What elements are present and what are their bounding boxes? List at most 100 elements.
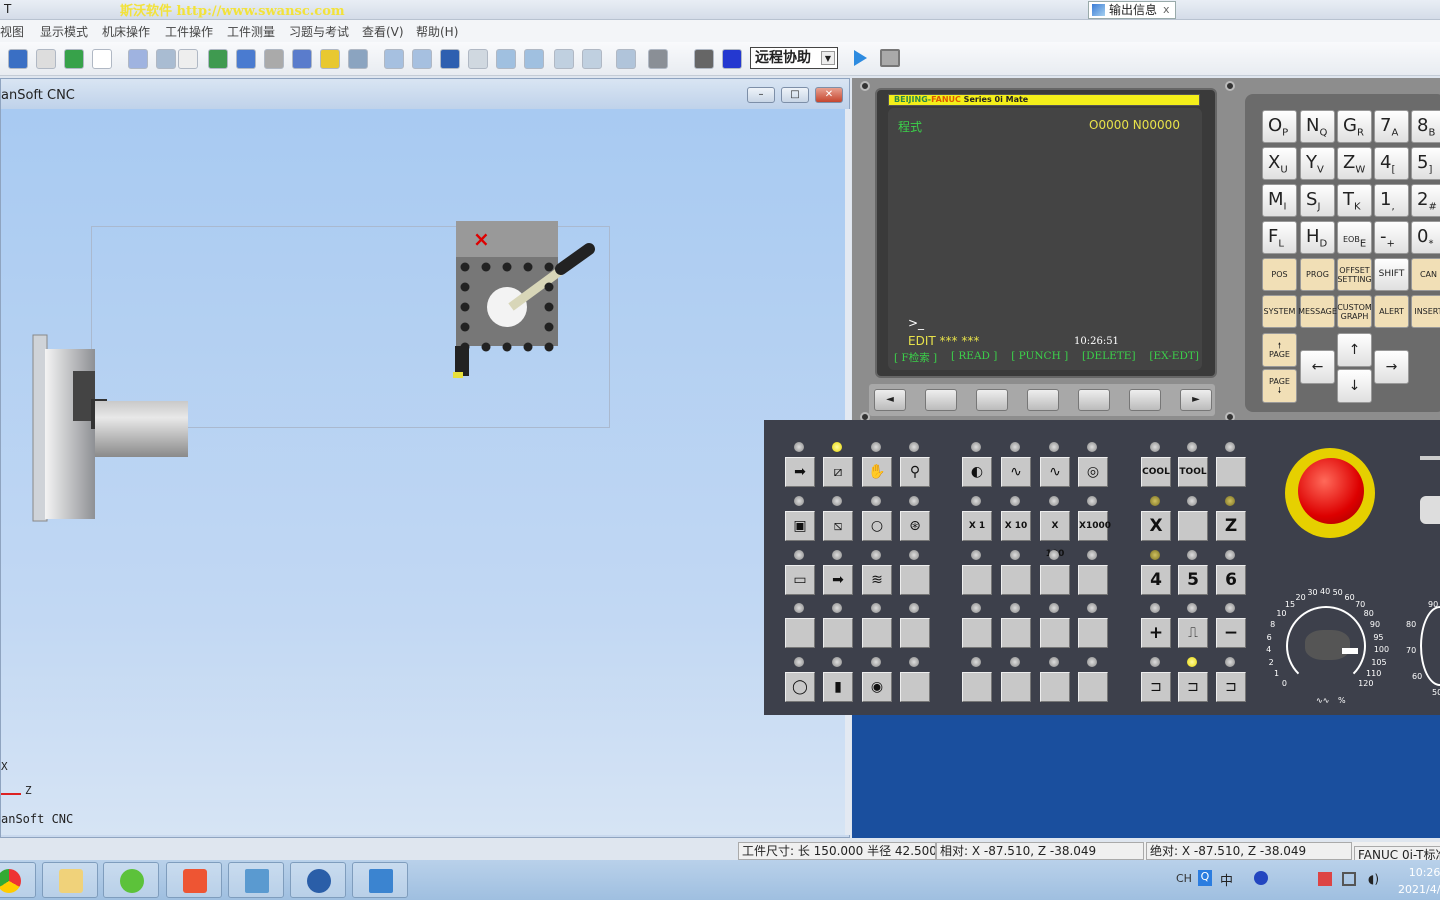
- network-icon[interactable]: [1342, 872, 1356, 886]
- blank-button[interactable]: [1001, 672, 1031, 702]
- blank-button[interactable]: [1001, 618, 1031, 648]
- chevron-down-icon[interactable]: ▼: [821, 51, 835, 65]
- key--[interactable]: -+: [1374, 221, 1409, 254]
- feed-hold-button[interactable]: ▮: [823, 672, 853, 702]
- key-0[interactable]: 0*: [1411, 221, 1440, 254]
- step-x1-button[interactable]: X 1: [962, 511, 992, 541]
- softkey-5[interactable]: [1129, 389, 1161, 411]
- softkey-4[interactable]: [1078, 389, 1110, 411]
- key-7[interactable]: 7A: [1374, 110, 1409, 143]
- emergency-stop-button[interactable]: [1298, 458, 1364, 524]
- spindle-stop-button[interactable]: ⊐: [1178, 672, 1208, 702]
- output-info-tab[interactable]: 输出信息 x: [1088, 1, 1176, 19]
- blank3-icon[interactable]: [440, 49, 460, 69]
- axis-x-button[interactable]: X: [1141, 511, 1171, 541]
- help-icon[interactable]: [1254, 871, 1268, 885]
- axis-4-button[interactable]: 4: [1141, 565, 1171, 595]
- key-f[interactable]: FL: [1262, 221, 1297, 254]
- blank-button[interactable]: [900, 672, 930, 702]
- blank-button[interactable]: [1001, 565, 1031, 595]
- axis-5-button[interactable]: 5: [1178, 565, 1208, 595]
- play-icon[interactable]: [854, 50, 867, 66]
- boring-tool-icon[interactable]: [582, 49, 602, 69]
- menu-item[interactable]: 视图: [0, 23, 24, 40]
- cycle-start-button[interactable]: ◯: [785, 672, 815, 702]
- axis-6-button[interactable]: 6: [1216, 565, 1246, 595]
- tool-holder-icon[interactable]: [496, 49, 516, 69]
- step-x1000-button[interactable]: X1000: [1078, 511, 1111, 541]
- taskbar-chrome[interactable]: [0, 862, 36, 898]
- key-2[interactable]: 2#: [1411, 184, 1440, 217]
- menu-item[interactable]: 查看(V): [362, 23, 404, 40]
- key-n[interactable]: NQ: [1300, 110, 1335, 143]
- key-system[interactable]: SYSTEM: [1262, 295, 1297, 328]
- mode-dnc-button[interactable]: ⚲: [900, 457, 930, 487]
- spindle-ccw-button[interactable]: ⊐: [1216, 672, 1246, 702]
- zoom-icon[interactable]: [8, 49, 28, 69]
- camera-icon[interactable]: [648, 49, 668, 69]
- page-up-key[interactable]: 🠕 PAGE: [1262, 333, 1297, 367]
- blank-button[interactable]: [962, 618, 992, 648]
- minus-button[interactable]: −: [1216, 618, 1246, 648]
- hand-pan-icon[interactable]: [36, 49, 56, 69]
- key-eob[interactable]: EOBE: [1337, 221, 1372, 254]
- program-restart-button[interactable]: ≋: [862, 565, 892, 595]
- inc-jog-button[interactable]: ∿: [1040, 457, 1070, 487]
- action-center-icon[interactable]: [1318, 872, 1332, 886]
- key-prog[interactable]: PROG: [1300, 258, 1335, 291]
- key-h[interactable]: HD: [1300, 221, 1335, 254]
- key-4[interactable]: 4[: [1374, 147, 1409, 180]
- dial-knob[interactable]: [1305, 630, 1350, 660]
- jog-button[interactable]: ∿: [1001, 457, 1031, 487]
- machine-lock-button[interactable]: ▭: [785, 565, 815, 595]
- tool-change-button[interactable]: TOOL: [1178, 457, 1208, 487]
- optional-stop-button[interactable]: ○: [862, 511, 892, 541]
- blank-button[interactable]: [1040, 618, 1070, 648]
- close-button[interactable]: ✕: [815, 87, 843, 103]
- blank-button[interactable]: [1040, 672, 1070, 702]
- blank-button[interactable]: [862, 618, 892, 648]
- remote-assist-select[interactable]: 远程协助 ▼: [750, 47, 838, 69]
- blank-button[interactable]: [1178, 511, 1208, 541]
- gear-wifi-icon[interactable]: [264, 49, 284, 69]
- handwheel-button[interactable]: ◎: [1078, 457, 1108, 487]
- blank-button[interactable]: [785, 618, 815, 648]
- close-tab-icon[interactable]: x: [1163, 2, 1170, 18]
- mode-auto-button[interactable]: ➡: [785, 457, 815, 487]
- film-save-icon[interactable]: [722, 49, 742, 69]
- view-plane-icon[interactable]: [128, 49, 148, 69]
- search-icon[interactable]: Q: [1198, 870, 1212, 886]
- blank-button[interactable]: [1078, 672, 1108, 702]
- menu-item[interactable]: 工件测量: [227, 23, 275, 40]
- softkey-3[interactable]: [1027, 389, 1059, 411]
- maximize-button[interactable]: □: [781, 87, 809, 103]
- open-file-icon[interactable]: [208, 49, 228, 69]
- cursor-left-key[interactable]: ←: [1300, 350, 1335, 384]
- blank-button[interactable]: [1078, 565, 1108, 595]
- step-x10-button[interactable]: X 10: [1001, 511, 1031, 541]
- menu-item[interactable]: 帮助(H): [416, 23, 458, 40]
- chuck-icon[interactable]: [616, 49, 636, 69]
- key-message[interactable]: MESSAGE: [1298, 295, 1337, 328]
- softkey-left-button[interactable]: ◄: [874, 389, 906, 411]
- page-down-key[interactable]: PAGE 🠗: [1262, 369, 1297, 403]
- taskbar-explorer[interactable]: [42, 862, 98, 898]
- rapid-button[interactable]: ⎍: [1178, 618, 1208, 648]
- program-protect-switch[interactable]: [1420, 496, 1440, 524]
- ruler-icon[interactable]: [236, 49, 256, 69]
- blank-icon[interactable]: [384, 49, 404, 69]
- cursor-up-key[interactable]: ↑: [1337, 333, 1372, 367]
- key-x[interactable]: XU: [1262, 147, 1297, 180]
- tray-language[interactable]: CH: [1176, 872, 1192, 885]
- tray-ime[interactable]: 中: [1220, 870, 1233, 889]
- manual-insert-button[interactable]: ⊛: [900, 511, 930, 541]
- key-alert[interactable]: ALERT: [1374, 295, 1409, 328]
- program-stop-button[interactable]: ◉: [862, 672, 892, 702]
- block-skip-button[interactable]: ⧅: [823, 511, 853, 541]
- softkey-2[interactable]: [976, 389, 1008, 411]
- key-offset-setting[interactable]: OFFSET SETTING: [1337, 258, 1372, 291]
- key-8[interactable]: 8B: [1411, 110, 1440, 143]
- edit-icon[interactable]: [292, 49, 312, 69]
- taskbar-swansoft[interactable]: [290, 862, 346, 898]
- minimize-button[interactable]: –: [747, 87, 775, 103]
